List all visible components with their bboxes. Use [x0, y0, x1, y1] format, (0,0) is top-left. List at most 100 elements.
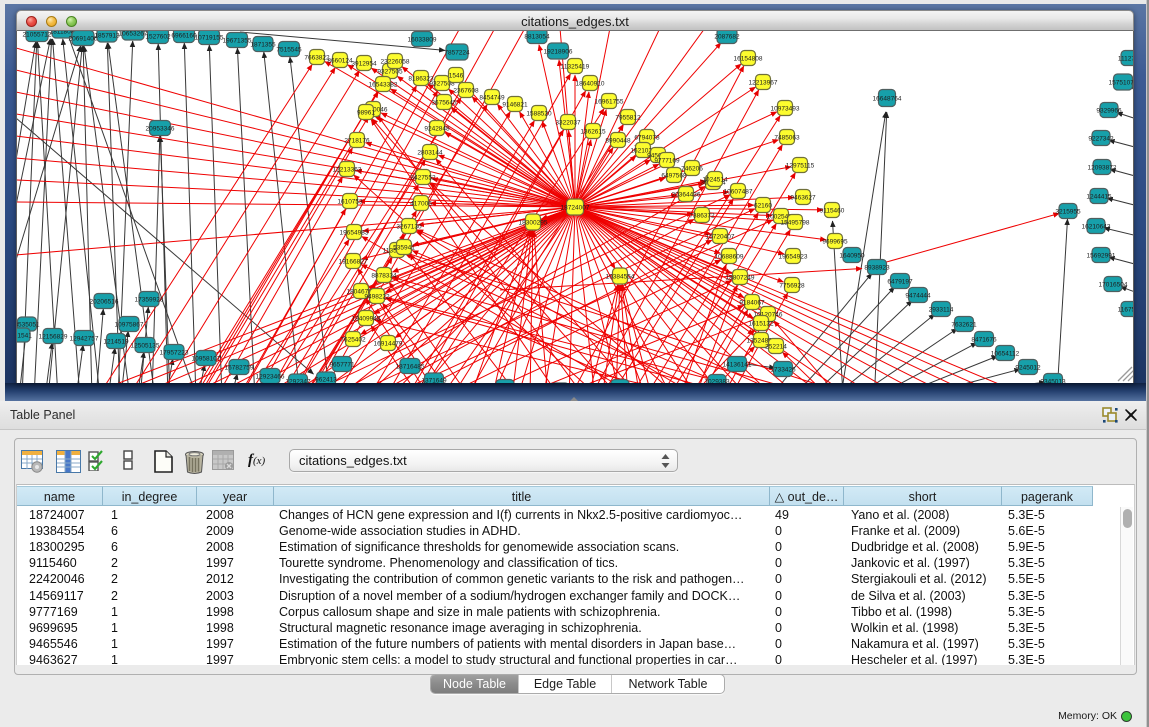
svg-text:1871355: 1871355	[250, 41, 276, 48]
svg-text:19166827: 19166827	[339, 258, 368, 265]
svg-text:9115460: 9115460	[820, 207, 845, 214]
svg-text:19671355: 19671355	[223, 37, 252, 44]
svg-text:13716485: 13716485	[396, 363, 425, 370]
svg-text:16914479: 16914479	[374, 340, 403, 347]
svg-text:9498222: 9498222	[364, 293, 390, 300]
svg-text:1615132: 1615132	[748, 320, 774, 327]
svg-text:62160: 62160	[754, 202, 772, 209]
svg-text:1527602: 1527602	[145, 33, 171, 40]
svg-text:16210643: 16210643	[1082, 223, 1111, 230]
svg-text:391541: 391541	[16, 332, 32, 339]
svg-text:12093872: 12093872	[1088, 164, 1117, 171]
svg-text:6497568: 6497568	[661, 172, 687, 179]
svg-text:1610753: 1610753	[337, 198, 363, 205]
svg-text:8938923: 8938923	[864, 264, 890, 271]
svg-text:535941: 535941	[393, 244, 415, 251]
svg-text:7955812: 7955812	[615, 114, 641, 121]
svg-text:9329966: 9329966	[1096, 107, 1122, 114]
svg-text:6479197: 6479197	[887, 278, 913, 285]
svg-text:9184067: 9184067	[739, 299, 765, 306]
svg-text:7386372: 7386372	[689, 212, 715, 219]
svg-text:1214519: 1214519	[103, 338, 129, 345]
svg-text:18807249: 18807249	[726, 274, 755, 281]
svg-text:417006: 417006	[410, 200, 432, 207]
svg-text:8471676: 8471676	[971, 336, 997, 343]
svg-text:9699695: 9699695	[822, 238, 848, 245]
svg-text:10653267: 10653267	[119, 31, 148, 37]
svg-text:9245012: 9245012	[1015, 364, 1041, 371]
svg-text:98961: 98961	[357, 109, 375, 116]
svg-text:12213967: 12213967	[749, 79, 778, 86]
svg-text:7625402: 7625402	[340, 336, 366, 343]
svg-text:10975867: 10975867	[115, 321, 144, 328]
svg-text:12975115: 12975115	[786, 162, 815, 169]
svg-text:8990448: 8990448	[605, 137, 631, 144]
svg-text:16033809: 16033809	[408, 36, 437, 43]
svg-text:20364436: 20364436	[672, 191, 701, 198]
svg-text:17359928: 17359928	[135, 296, 164, 303]
svg-text:10958107: 10958107	[192, 355, 221, 362]
svg-text:10607487: 10607487	[724, 188, 753, 195]
svg-text:3267130: 3267130	[396, 223, 422, 230]
svg-text:3675645: 3675645	[431, 99, 457, 106]
svg-text:1292347: 1292347	[285, 378, 311, 383]
svg-text:1588520: 1588520	[526, 110, 552, 117]
svg-text:2933114: 2933114	[929, 306, 954, 313]
svg-text:8427552: 8427552	[410, 174, 436, 181]
svg-text:252214: 252214	[765, 343, 787, 350]
svg-text:9242848: 9242848	[424, 125, 450, 132]
svg-text:1371649: 1371649	[421, 377, 447, 383]
svg-text:20206516: 20206516	[90, 298, 119, 305]
svg-text:1733426: 1733426	[770, 366, 796, 373]
svg-text:9227342: 9227342	[1088, 135, 1114, 142]
svg-text:10654112: 10654112	[991, 350, 1020, 357]
svg-text:23226058: 23226058	[381, 58, 410, 65]
svg-text:1362615: 1362615	[580, 128, 606, 135]
svg-text:1244415: 1244415	[1086, 193, 1112, 200]
svg-text:7663822: 7663822	[304, 54, 330, 61]
svg-text:9474444: 9474444	[905, 292, 931, 299]
svg-text:6794078: 6794078	[634, 134, 660, 141]
svg-text:8454749: 8454749	[479, 94, 505, 101]
svg-text:7857224: 7857224	[444, 49, 470, 56]
svg-text:2087682: 2087682	[714, 33, 740, 40]
svg-text:15720407: 15720407	[706, 233, 735, 240]
svg-text:9777169: 9777169	[654, 157, 680, 164]
svg-text:1546: 1546	[449, 72, 464, 79]
svg-text:12213363: 12213363	[333, 166, 362, 173]
svg-text:12156829: 12156829	[39, 333, 68, 340]
svg-text:1857913: 1857913	[94, 32, 120, 39]
svg-text:16782759: 16782759	[225, 364, 254, 371]
svg-text:7515545: 7515545	[276, 46, 302, 53]
svg-text:9327505: 9327505	[377, 68, 403, 75]
svg-text:6966160: 6966160	[171, 32, 197, 39]
svg-text:8660124: 8660124	[327, 57, 353, 64]
svg-text:7632621: 7632621	[951, 321, 977, 328]
svg-text:18724007: 18724007	[561, 204, 590, 211]
svg-text:15495798: 15495798	[781, 219, 810, 226]
svg-text:10973493: 10973493	[771, 105, 800, 112]
svg-text:9146821: 9146821	[502, 101, 528, 108]
svg-text:17016504: 17016504	[1099, 281, 1128, 288]
svg-text:10719155: 10719155	[195, 34, 224, 41]
svg-text:15692991: 15692991	[1087, 252, 1116, 259]
svg-text:8878334: 8878334	[371, 272, 397, 279]
svg-text:10688609: 10688609	[715, 253, 744, 260]
svg-text:1640950: 1640950	[839, 252, 865, 259]
svg-text:9657771: 9657771	[329, 361, 355, 368]
svg-text:8813054: 8813054	[524, 33, 550, 40]
svg-text:1029383: 1029383	[704, 378, 730, 383]
svg-text:746206: 746206	[681, 165, 703, 172]
svg-text:16961755: 16961755	[595, 98, 624, 105]
svg-text:7756928: 7756928	[779, 282, 805, 289]
svg-text:18300295: 18300295	[519, 219, 548, 226]
svg-text:3215955: 3215955	[1055, 208, 1081, 215]
svg-text:19384554: 19384554	[606, 273, 635, 280]
svg-text:3912954: 3912954	[351, 60, 377, 67]
svg-text:9345013: 9345013	[1040, 378, 1066, 383]
svg-text:19654983: 19654983	[340, 229, 369, 236]
svg-text:9463627: 9463627	[790, 194, 816, 201]
svg-text:1112744: 1112744	[1118, 55, 1134, 62]
svg-text:2367608: 2367608	[453, 87, 479, 94]
svg-text:7485063: 7485063	[774, 134, 800, 141]
